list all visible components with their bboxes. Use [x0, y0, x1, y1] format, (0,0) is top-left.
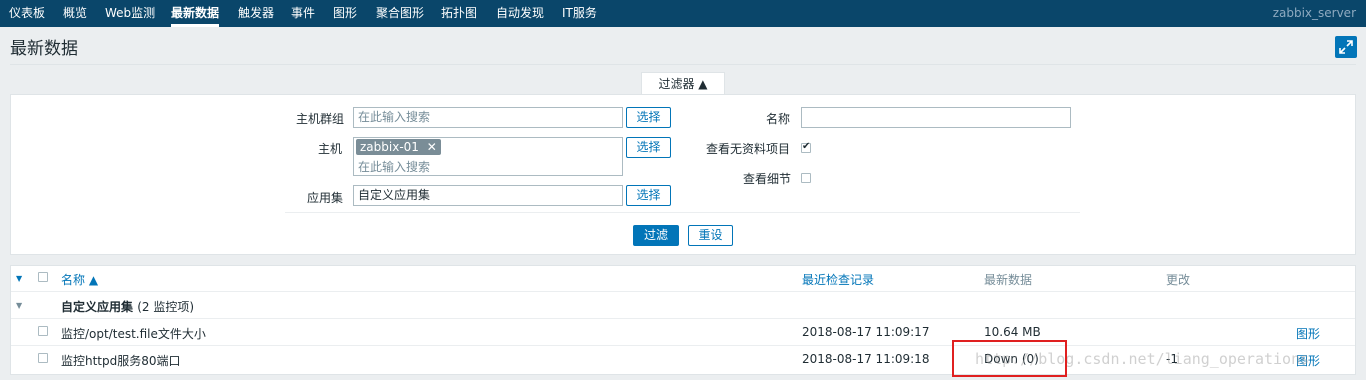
- host-label: 主机: [318, 142, 343, 156]
- fullscreen-button[interactable]: [1335, 36, 1357, 58]
- highlight-annotation: [952, 340, 1067, 377]
- host-group-select-button[interactable]: 选择: [626, 107, 671, 128]
- nav-overview[interactable]: 概览: [63, 0, 87, 27]
- apply-filter-button[interactable]: 过滤: [633, 225, 679, 246]
- show-without-data-checkbox[interactable]: [801, 141, 811, 153]
- group-collapse-icon[interactable]: ▼: [16, 301, 22, 310]
- nav-it-services[interactable]: IT服务: [562, 0, 597, 27]
- group-count: (2 监控项): [137, 300, 195, 314]
- group-label: 自定义应用集: [61, 300, 134, 314]
- server-name: zabbix_server: [1272, 6, 1356, 20]
- application-input[interactable]: 自定义应用集: [353, 185, 623, 206]
- show-details-checkbox[interactable]: [801, 173, 811, 183]
- row-checkbox[interactable]: [38, 326, 48, 336]
- nav-discovery[interactable]: 自动发现: [496, 0, 544, 27]
- reset-filter-button[interactable]: 重设: [688, 225, 733, 246]
- top-navigation: 仪表板 概览 Web监测 最新数据 触发器 事件 图形 聚合图形 拓扑图 自动发…: [0, 0, 1366, 27]
- item-last-value: 10.64 MB: [984, 325, 1041, 339]
- host-group-label: 主机群组: [296, 112, 345, 126]
- show-details-label: 查看细节: [743, 172, 792, 186]
- header-last-value: 最新数据: [984, 273, 1033, 287]
- name-label: 名称: [766, 112, 791, 126]
- application-select-button[interactable]: 选择: [626, 185, 671, 206]
- nav-graphs[interactable]: 图形: [333, 0, 357, 27]
- nav-web-monitoring[interactable]: Web监测: [105, 0, 155, 27]
- item-graph-link[interactable]: 图形: [1296, 325, 1320, 342]
- nav-dashboard[interactable]: 仪表板: [9, 0, 45, 27]
- item-last-check: 2018-08-17 11:09:17: [802, 325, 930, 339]
- host-group-input[interactable]: 在此输入搜索: [353, 107, 623, 128]
- header-last-check[interactable]: 最近检查记录: [802, 271, 874, 288]
- header-change: 更改: [1166, 273, 1191, 287]
- expand-icon: [1339, 40, 1353, 54]
- select-all-checkbox[interactable]: [38, 272, 48, 282]
- nav-maps[interactable]: 拓扑图: [441, 0, 477, 27]
- header-name[interactable]: 名称 ▲: [61, 271, 98, 288]
- application-label: 应用集: [307, 191, 344, 205]
- name-input[interactable]: [801, 107, 1071, 128]
- show-without-data-label: 查看无资料项目: [706, 142, 791, 156]
- row-divider: [11, 345, 1355, 346]
- row-divider: [11, 318, 1355, 319]
- filter-panel: [10, 94, 1356, 255]
- collapse-all-icon[interactable]: ▼: [16, 274, 22, 283]
- title-divider: [10, 64, 1356, 65]
- group-name: 自定义应用集 (2 监控项): [61, 298, 194, 315]
- nav-screens[interactable]: 聚合图形: [376, 0, 424, 27]
- host-tag-label: zabbix-01: [360, 140, 419, 154]
- item-last-check: 2018-08-17 11:09:18: [802, 352, 930, 366]
- header-divider: [11, 291, 1355, 292]
- remove-tag-icon[interactable]: ✕: [427, 140, 437, 154]
- nav-latest-data[interactable]: 最新数据: [171, 0, 220, 27]
- row-checkbox[interactable]: [38, 353, 48, 363]
- nav-events[interactable]: 事件: [291, 0, 315, 27]
- page-title: 最新数据: [10, 39, 78, 59]
- nav-triggers[interactable]: 触发器: [238, 0, 274, 27]
- filter-toggle-tab[interactable]: 过滤器 ▲: [641, 72, 725, 95]
- host-select-button[interactable]: 选择: [626, 137, 671, 158]
- filter-divider: [285, 212, 1080, 213]
- host-tag[interactable]: zabbix-01 ✕: [356, 139, 441, 155]
- item-name: 监控httpd服务80端口: [61, 354, 181, 368]
- item-name: 监控/opt/test.file文件大小: [61, 327, 206, 341]
- host-search-placeholder: 在此输入搜索: [358, 160, 431, 174]
